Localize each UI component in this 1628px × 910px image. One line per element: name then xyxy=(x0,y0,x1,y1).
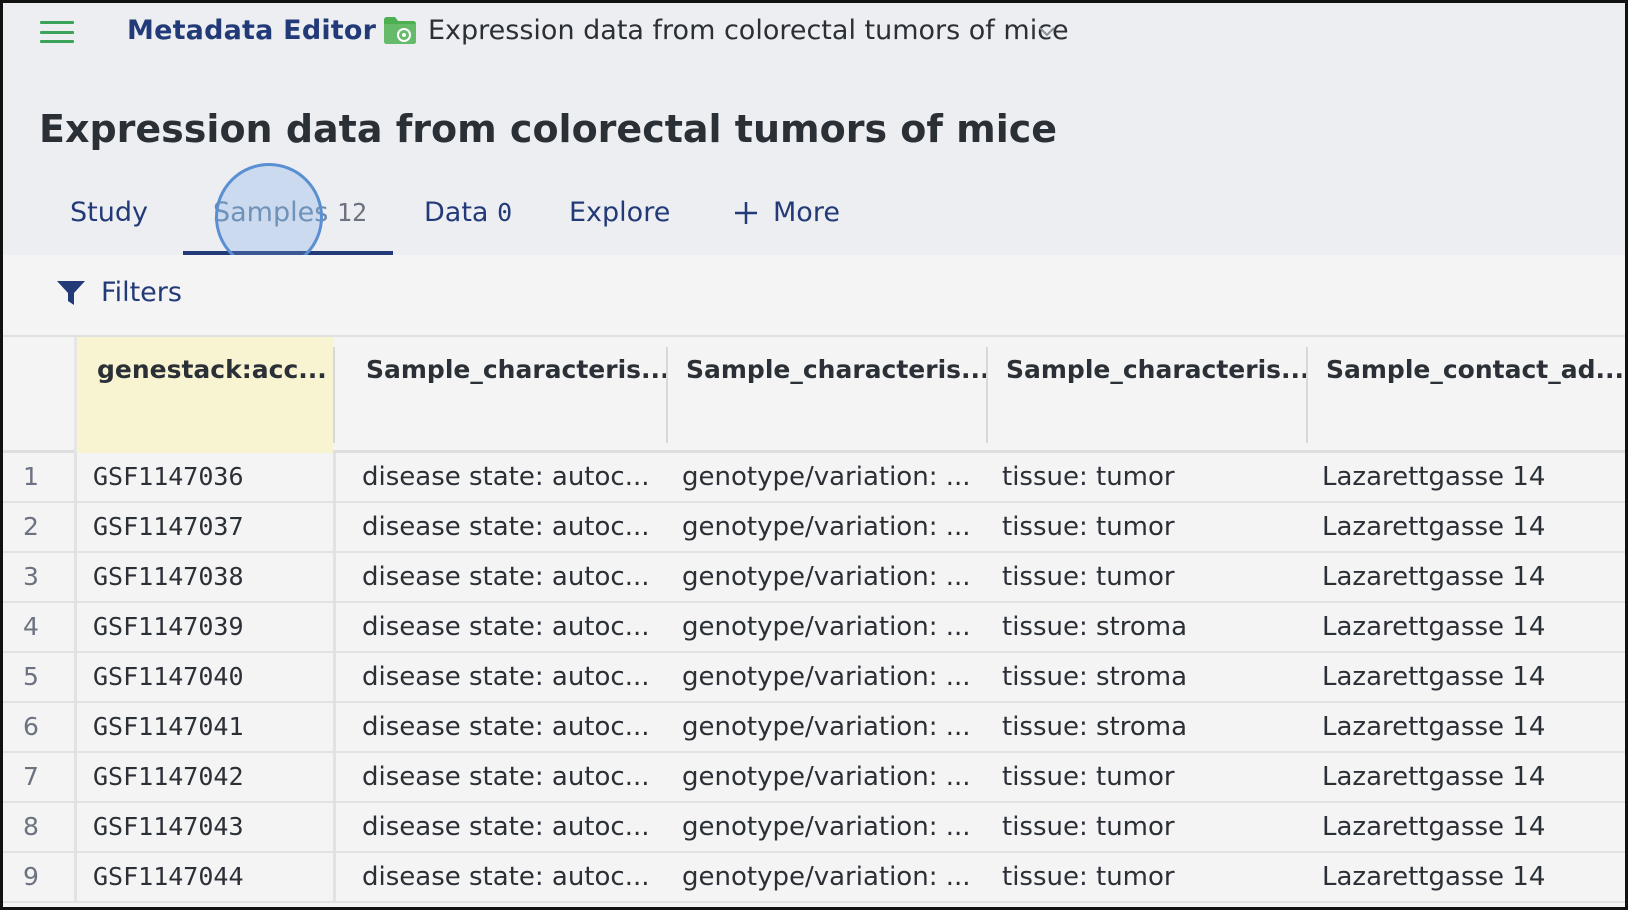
tab-label: More xyxy=(773,197,840,228)
table-cell[interactable]: GSF1147039 xyxy=(77,603,333,651)
table-cell[interactable]: Lazarettgasse 14 xyxy=(1306,553,1625,601)
table-cell[interactable]: genotype/variation: ... xyxy=(666,753,986,801)
tab-count: 12 xyxy=(336,198,368,227)
column-header-sample-characteristics-2[interactable]: Sample_characteris... xyxy=(666,337,986,453)
table-cell[interactable]: tissue: tumor xyxy=(986,753,1306,801)
table-cell[interactable]: Lazarettgasse 14 xyxy=(1306,603,1625,651)
app-window: Metadata Editor Expression data from col… xyxy=(0,0,1628,910)
table-cell[interactable]: Lazarettgasse 14 xyxy=(1306,453,1625,501)
table-cell[interactable]: tissue: tumor xyxy=(986,853,1306,901)
table-cell[interactable]: GSF1147043 xyxy=(77,803,333,851)
page-title: Expression data from colorectal tumors o… xyxy=(39,107,1058,151)
table-cell[interactable]: tissue: stroma xyxy=(986,603,1306,651)
table-cell[interactable]: disease state: autoc... xyxy=(346,603,666,651)
table-row[interactable]: 5 GSF1147040 disease state: autoc... genoty… xyxy=(3,653,1625,703)
hamburger-menu-icon[interactable] xyxy=(40,21,74,43)
top-bar: Metadata Editor Expression data from col… xyxy=(3,3,1625,61)
table-cell[interactable]: tissue: stroma xyxy=(986,653,1306,701)
table-cell[interactable]: tissue: tumor xyxy=(986,503,1306,551)
filters-label: Filters xyxy=(101,277,182,308)
table-cell[interactable]: genotype/variation: ... xyxy=(666,503,986,551)
table-cell[interactable]: GSF1147044 xyxy=(77,853,333,901)
table-cell[interactable]: genotype/variation: ... xyxy=(666,803,986,851)
app-title[interactable]: Metadata Editor xyxy=(127,15,376,46)
table-cell[interactable]: Lazarettgasse 14 xyxy=(1306,753,1625,801)
table-row[interactable]: 7 GSF1147042 disease state: autoc... genoty… xyxy=(3,753,1625,803)
table-cell[interactable]: GSF1147041 xyxy=(77,703,333,751)
plus-icon xyxy=(735,201,757,224)
table-cell[interactable]: Lazarettgasse 14 xyxy=(1306,803,1625,851)
table-cell[interactable]: Lazarettgasse 14 xyxy=(1306,503,1625,551)
table-cell[interactable]: tissue: tumor xyxy=(986,803,1306,851)
table-cell[interactable]: disease state: autoc... xyxy=(346,803,666,851)
table-row[interactable]: 8 GSF1147043 disease state: autoc... genoty… xyxy=(3,803,1625,853)
tab-data[interactable]: Data 0 xyxy=(424,197,512,228)
table-cell[interactable]: GSF1147036 xyxy=(77,453,333,501)
table-cell[interactable]: tissue: tumor xyxy=(986,553,1306,601)
table-body: 1 GSF1147036 disease state: autoc... genoty… xyxy=(3,453,1625,903)
table-cell[interactable]: genotype/variation: ... xyxy=(666,453,986,501)
table-cell[interactable]: disease state: autoc... xyxy=(346,753,666,801)
table-cell[interactable]: disease state: autoc... xyxy=(346,453,666,501)
table-cell[interactable]: GSF1147037 xyxy=(77,503,333,551)
row-number: 5 xyxy=(23,662,39,691)
folder-icon xyxy=(384,17,416,44)
table-cell[interactable]: genotype/variation: ... xyxy=(666,603,986,651)
row-number: 9 xyxy=(23,862,39,891)
table-row[interactable]: 6 GSF1147041 disease state: autoc... genoty… xyxy=(3,703,1625,753)
table-cell[interactable]: Lazarettgasse 14 xyxy=(1306,703,1625,751)
tab-explore[interactable]: Explore xyxy=(569,197,670,228)
table-cell[interactable]: disease state: autoc... xyxy=(346,853,666,901)
tab-label: Explore xyxy=(569,197,671,228)
row-number: 1 xyxy=(23,462,39,491)
row-number: 7 xyxy=(23,762,39,791)
tab-label: Study xyxy=(70,197,148,228)
chevron-down-icon[interactable] xyxy=(1037,21,1057,41)
table-row[interactable]: 2 GSF1147037 disease state: autoc... genoty… xyxy=(3,503,1625,553)
table-cell[interactable]: GSF1147038 xyxy=(77,553,333,601)
table-cell[interactable]: tissue: stroma xyxy=(986,703,1306,751)
samples-panel: Filters genestack:acc... Sample_characte… xyxy=(3,255,1625,907)
table-row[interactable]: 3 GSF1147038 disease state: autoc... genoty… xyxy=(3,553,1625,603)
table-header: genestack:acc... Sample_characteris... S… xyxy=(3,337,1625,453)
row-number: 2 xyxy=(23,512,39,541)
table-cell[interactable]: Lazarettgasse 14 xyxy=(1306,653,1625,701)
table-cell[interactable]: disease state: autoc... xyxy=(346,703,666,751)
table-cell[interactable]: disease state: autoc... xyxy=(346,653,666,701)
row-number: 6 xyxy=(23,712,39,741)
column-header-sample-characteristics-3[interactable]: Sample_characteris... xyxy=(986,337,1306,453)
table-row[interactable]: 9 GSF1147044 disease state: autoc... genoty… xyxy=(3,853,1625,903)
filters-button[interactable]: Filters xyxy=(55,277,182,308)
tab-label: Data xyxy=(424,197,489,228)
column-header-accession[interactable]: genestack:acc... xyxy=(77,337,333,453)
table-cell[interactable]: disease state: autoc... xyxy=(346,503,666,551)
table-cell[interactable]: genotype/variation: ... xyxy=(666,553,986,601)
table-cell[interactable]: Lazarettgasse 14 xyxy=(1306,853,1625,901)
column-header-sample-characteristics-1[interactable]: Sample_characteris... xyxy=(346,337,666,453)
column-header-sample-contact-address[interactable]: Sample_contact_ad... xyxy=(1306,337,1625,453)
table-cell[interactable]: GSF1147042 xyxy=(77,753,333,801)
row-number: 3 xyxy=(23,562,39,591)
tab-bar: Study Samples 12 Data 0 Explore More xyxy=(3,183,1625,255)
breadcrumb-study-title[interactable]: Expression data from colorectal tumors o… xyxy=(428,15,1069,46)
row-number: 4 xyxy=(23,612,39,641)
table-cell[interactable]: tissue: tumor xyxy=(986,453,1306,501)
samples-table: genestack:acc... Sample_characteris... S… xyxy=(3,335,1625,903)
tab-label: Samples xyxy=(213,197,329,228)
row-number: 8 xyxy=(23,812,39,841)
tab-count: 0 xyxy=(497,198,513,227)
table-cell[interactable]: disease state: autoc... xyxy=(346,553,666,601)
tab-more[interactable]: More xyxy=(733,197,840,228)
table-cell[interactable]: genotype/variation: ... xyxy=(666,703,986,751)
table-row[interactable]: 4 GSF1147039 disease state: autoc... genoty… xyxy=(3,603,1625,653)
table-cell[interactable]: GSF1147040 xyxy=(77,653,333,701)
table-row[interactable]: 1 GSF1147036 disease state: autoc... genoty… xyxy=(3,453,1625,503)
tab-samples[interactable]: Samples 12 xyxy=(213,197,367,228)
filter-icon xyxy=(57,280,85,305)
table-cell[interactable]: genotype/variation: ... xyxy=(666,653,986,701)
table-cell[interactable]: genotype/variation: ... xyxy=(666,853,986,901)
tab-study[interactable]: Study xyxy=(70,197,148,228)
